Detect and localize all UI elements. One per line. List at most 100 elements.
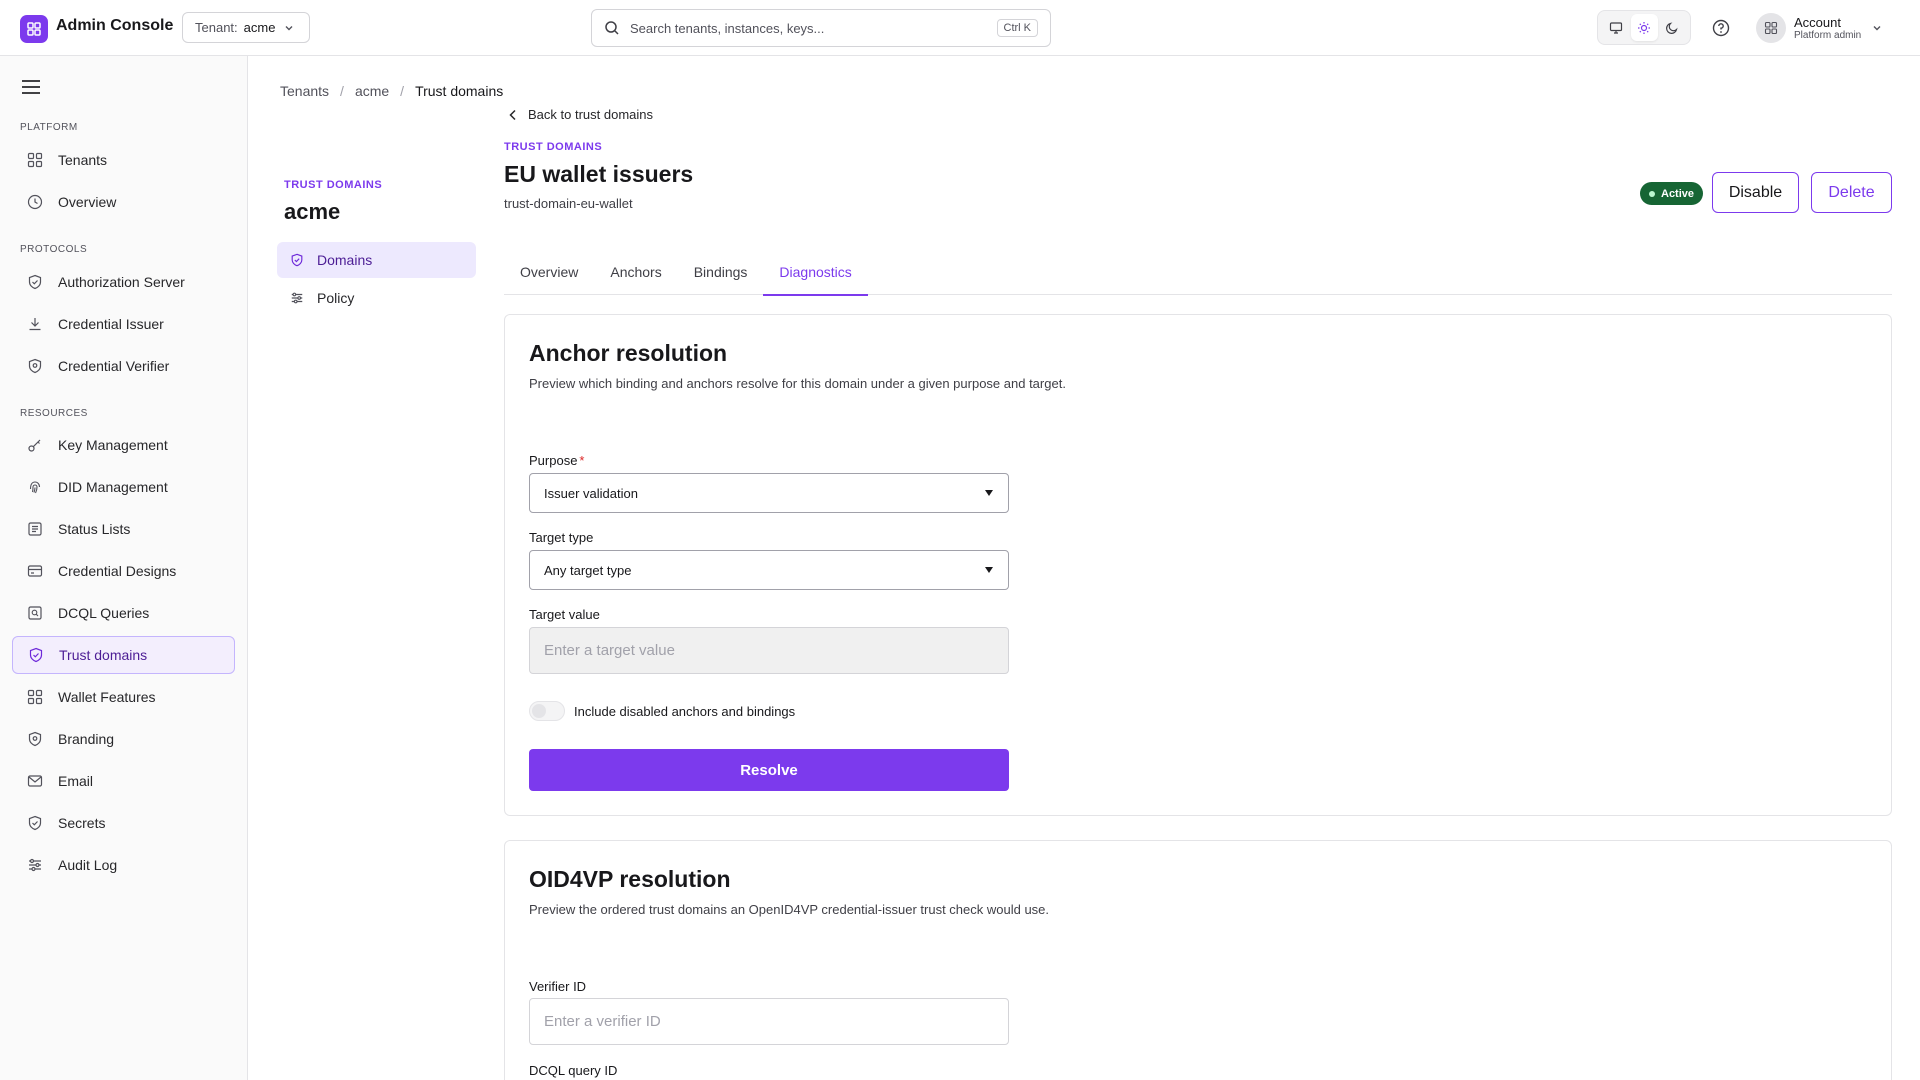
sidebar-item-label: DCQL Queries [58, 605, 150, 621]
sidebar-item-tenants[interactable]: Tenants [12, 141, 235, 179]
chevron-left-icon [508, 109, 528, 121]
back-link-label: Back to trust domains [528, 107, 653, 122]
target-type-select[interactable]: Any target type [529, 550, 1009, 590]
target-value-label: Target value [529, 607, 600, 622]
tab-diagnostics[interactable]: Diagnostics [763, 256, 869, 296]
subnav-item-domains[interactable]: Domains [277, 242, 476, 278]
search-input[interactable] [630, 20, 997, 36]
clock-icon [26, 193, 44, 211]
search-shortcut: Ctrl K [996, 19, 1038, 37]
verifier-id-input[interactable] [529, 998, 1009, 1045]
tab-bindings[interactable]: Bindings [678, 256, 764, 295]
sidebar-item-branding[interactable]: Branding [12, 720, 235, 758]
include-disabled-toggle[interactable] [529, 701, 565, 721]
page-eyebrow: TRUST DOMAINS [504, 141, 603, 153]
nav-section-platform: PLATFORM [20, 122, 78, 133]
sidebar-item-authorization-server[interactable]: Authorization Server [12, 263, 235, 301]
caret-down-icon [984, 489, 994, 497]
avatar [1756, 13, 1786, 43]
shield-check-icon [27, 646, 45, 664]
sidebar-item-credential-designs[interactable]: Credential Designs [12, 552, 235, 590]
sidebar-item-label: Secrets [58, 815, 106, 831]
sun-icon[interactable] [1630, 14, 1658, 41]
sidebar-item-label: Authorization Server [58, 274, 185, 290]
card-icon [26, 562, 44, 580]
sidebar-item-did-management[interactable]: DID Management [12, 468, 235, 506]
include-disabled-toggle-row[interactable]: Include disabled anchors and bindings [529, 701, 795, 721]
nav-section-protocols: PROTOCOLS [20, 244, 88, 255]
tab-anchors[interactable]: Anchors [594, 256, 677, 295]
status-dot [1649, 190, 1655, 197]
purpose-select-value: Issuer validation [544, 485, 638, 501]
sliders-icon [26, 856, 44, 874]
key-icon [26, 436, 44, 454]
target-value-input[interactable] [529, 627, 1009, 674]
breadcrumb-tenants[interactable]: Tenants [280, 83, 329, 99]
include-disabled-label: Include disabled anchors and bindings [574, 703, 796, 719]
purpose-label-text: Purpose [529, 453, 578, 468]
shield-check-icon [26, 273, 44, 291]
page-title: EU wallet issuers [504, 161, 694, 187]
oid4vp-resolution-card: OID4VP resolution Preview the ordered tr… [504, 840, 1892, 1080]
breadcrumb-acme[interactable]: acme [355, 83, 389, 99]
list-icon [26, 520, 44, 538]
anchor-resolution-description: Preview which binding and anchors resolv… [529, 376, 1066, 391]
sidebar-item-dcql-queries[interactable]: DCQL Queries [12, 594, 235, 632]
tab-overview[interactable]: Overview [504, 256, 594, 295]
app-title: Admin Console [56, 17, 174, 34]
sidebar-item-secrets[interactable]: Secrets [12, 804, 235, 842]
subnav-item-policy[interactable]: Policy [277, 280, 476, 316]
sidebar-item-overview[interactable]: Overview [12, 183, 235, 221]
oid4vp-resolution-description: Preview the ordered trust domains an Ope… [529, 902, 1050, 917]
chevron-down-icon [283, 22, 295, 34]
verifier-id-label: Verifier ID [529, 979, 587, 994]
tenant-label: Tenant: [195, 20, 238, 35]
account-name: Account [1794, 15, 1841, 30]
mail-icon [26, 772, 44, 790]
account-menu[interactable]: Account Platform admin [1756, 12, 1896, 44]
dcql-query-id-label: DCQL query ID [529, 1063, 618, 1078]
back-link[interactable]: Back to trust domains [508, 107, 653, 122]
disable-button[interactable]: Disable [1712, 172, 1799, 213]
target-type-select-value: Any target type [544, 562, 632, 578]
search-icon [604, 20, 620, 36]
nav-section-resources: RESOURCES [20, 408, 88, 419]
sidebar-item-status-lists[interactable]: Status Lists [12, 510, 235, 548]
moon-icon[interactable] [1659, 14, 1686, 41]
required-marker: * [579, 453, 585, 468]
breadcrumb: Tenants / acme / Trust domains [280, 83, 503, 99]
anchor-resolution-card: Anchor resolution Preview which binding … [504, 314, 1892, 816]
menu-icon[interactable] [20, 76, 42, 98]
tenant-value: acme [243, 20, 276, 35]
delete-button[interactable]: Delete [1811, 172, 1892, 213]
sidebar-item-key-management[interactable]: Key Management [12, 426, 235, 464]
purpose-select[interactable]: Issuer validation [529, 473, 1009, 513]
sidebar-item-credential-verifier[interactable]: Credential Verifier [12, 347, 235, 385]
subnav-item-label: Domains [317, 252, 373, 268]
oid4vp-resolution-title: OID4VP resolution [529, 866, 731, 892]
fingerprint-icon [26, 478, 44, 496]
sidebar-item-label: Key Management [58, 437, 168, 453]
top-bar: Admin Console Tenant: acme Ctrl K Accoun… [0, 0, 1920, 56]
sidebar-item-label: Credential Designs [58, 563, 177, 579]
sidebar-item-label: DID Management [58, 479, 168, 495]
grid-icon [26, 151, 44, 169]
sliders-icon [289, 290, 305, 306]
tenant-selector[interactable]: Tenant: acme [182, 12, 310, 43]
sidebar-item-label: Branding [58, 731, 115, 747]
sidebar-item-email[interactable]: Email [12, 762, 235, 800]
sidebar-item-audit-log[interactable]: Audit Log [12, 846, 235, 884]
chevron-down-icon [1871, 22, 1883, 34]
help-icon[interactable] [1709, 16, 1733, 40]
sidebar-item-trust-domains[interactable]: Trust domains [12, 636, 235, 674]
sidebar-item-label: Trust domains [59, 647, 148, 663]
shield-check-icon [26, 814, 44, 832]
sidebar-item-wallet-features[interactable]: Wallet Features [12, 678, 235, 716]
resolve-button[interactable]: Resolve [529, 749, 1009, 791]
sidebar-item-credential-issuer[interactable]: Credential Issuer [12, 305, 235, 343]
search-box[interactable]: Ctrl K [591, 9, 1051, 47]
page-subtitle: trust-domain-eu-wallet [504, 196, 633, 211]
monitor-icon[interactable] [1603, 14, 1630, 41]
anchor-resolution-title: Anchor resolution [529, 340, 728, 366]
sidebar-item-label: Overview [58, 194, 117, 210]
